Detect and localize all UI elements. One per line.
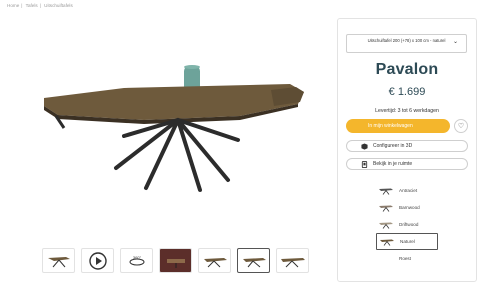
color-label: Driftwood (399, 222, 419, 227)
color-option-driftwood[interactable]: Driftwood (378, 216, 440, 233)
configure-3d-label: Configureer in 3D (373, 143, 413, 149)
cube-icon (361, 143, 368, 150)
thumbnail-table-front[interactable] (42, 248, 75, 273)
wishlist-button[interactable]: ♡ (454, 119, 468, 133)
thumbnail-table-top[interactable] (198, 248, 231, 273)
breadcrumb: Home | Tafels | Uitschuiftafels (7, 3, 75, 8)
color-label: Barnwood (399, 205, 420, 210)
breadcrumb-separator: | (39, 3, 41, 8)
color-label: Naturel (400, 239, 415, 244)
product-panel: Uitschuiftafel 200 (+78) x 100 cm - natu… (337, 18, 477, 282)
heart-icon: ♡ (457, 123, 465, 130)
color-label: Roest (399, 256, 412, 261)
product-title: Pavalon (375, 61, 439, 78)
svg-text:360°: 360° (132, 255, 141, 260)
variant-dropdown[interactable]: Uitschuiftafel 200 (+78) x 100 cm - natu… (346, 34, 467, 53)
thumbnail-table-side[interactable] (237, 248, 270, 273)
product-main-image (44, 65, 304, 192)
variant-selected-value: Uitschuiftafel 200 (+78) x 100 cm - natu… (367, 38, 446, 43)
color-option-roest[interactable]: Roest (378, 250, 440, 267)
thumbnail-table-detail[interactable] (159, 248, 192, 273)
breadcrumb-separator: | (21, 3, 23, 8)
delivery-time: Levertijd: 3 tot 6 werkdagen (375, 108, 439, 114)
thumbnail-table-extended[interactable] (276, 248, 309, 273)
rotate-360-icon: 360° (129, 255, 144, 265)
breadcrumb-tafels[interactable]: Tafels (26, 3, 38, 8)
color-options: Antraciet Barnwood Driftwood Naturel Roe… (376, 182, 440, 267)
thumbnail-strip: 360° (42, 248, 309, 273)
view-in-room-button[interactable]: Bekijk in je ruimte (346, 158, 468, 170)
configure-3d-button[interactable]: Configureer in 3D (346, 140, 468, 152)
color-option-naturel[interactable]: Naturel (376, 233, 438, 250)
chevron-down-icon: ⌄ (452, 39, 458, 45)
add-to-cart-button[interactable]: In mijn winkelwagen (346, 119, 450, 133)
play-icon (88, 251, 107, 270)
ar-phone-icon (361, 161, 368, 168)
color-option-barnwood[interactable]: Barnwood (378, 199, 440, 216)
breadcrumb-current: Uitschuiftafels (44, 3, 73, 8)
breadcrumb-home[interactable]: Home (7, 3, 19, 8)
thumbnail-360[interactable]: 360° (120, 248, 153, 273)
color-option-antraciet[interactable]: Antraciet (378, 182, 440, 199)
view-in-room-label: Bekijk in je ruimte (373, 161, 413, 167)
color-label: Antraciet (399, 188, 418, 193)
product-price: € 1.699 (388, 86, 426, 98)
thumbnail-video[interactable] (81, 248, 114, 273)
